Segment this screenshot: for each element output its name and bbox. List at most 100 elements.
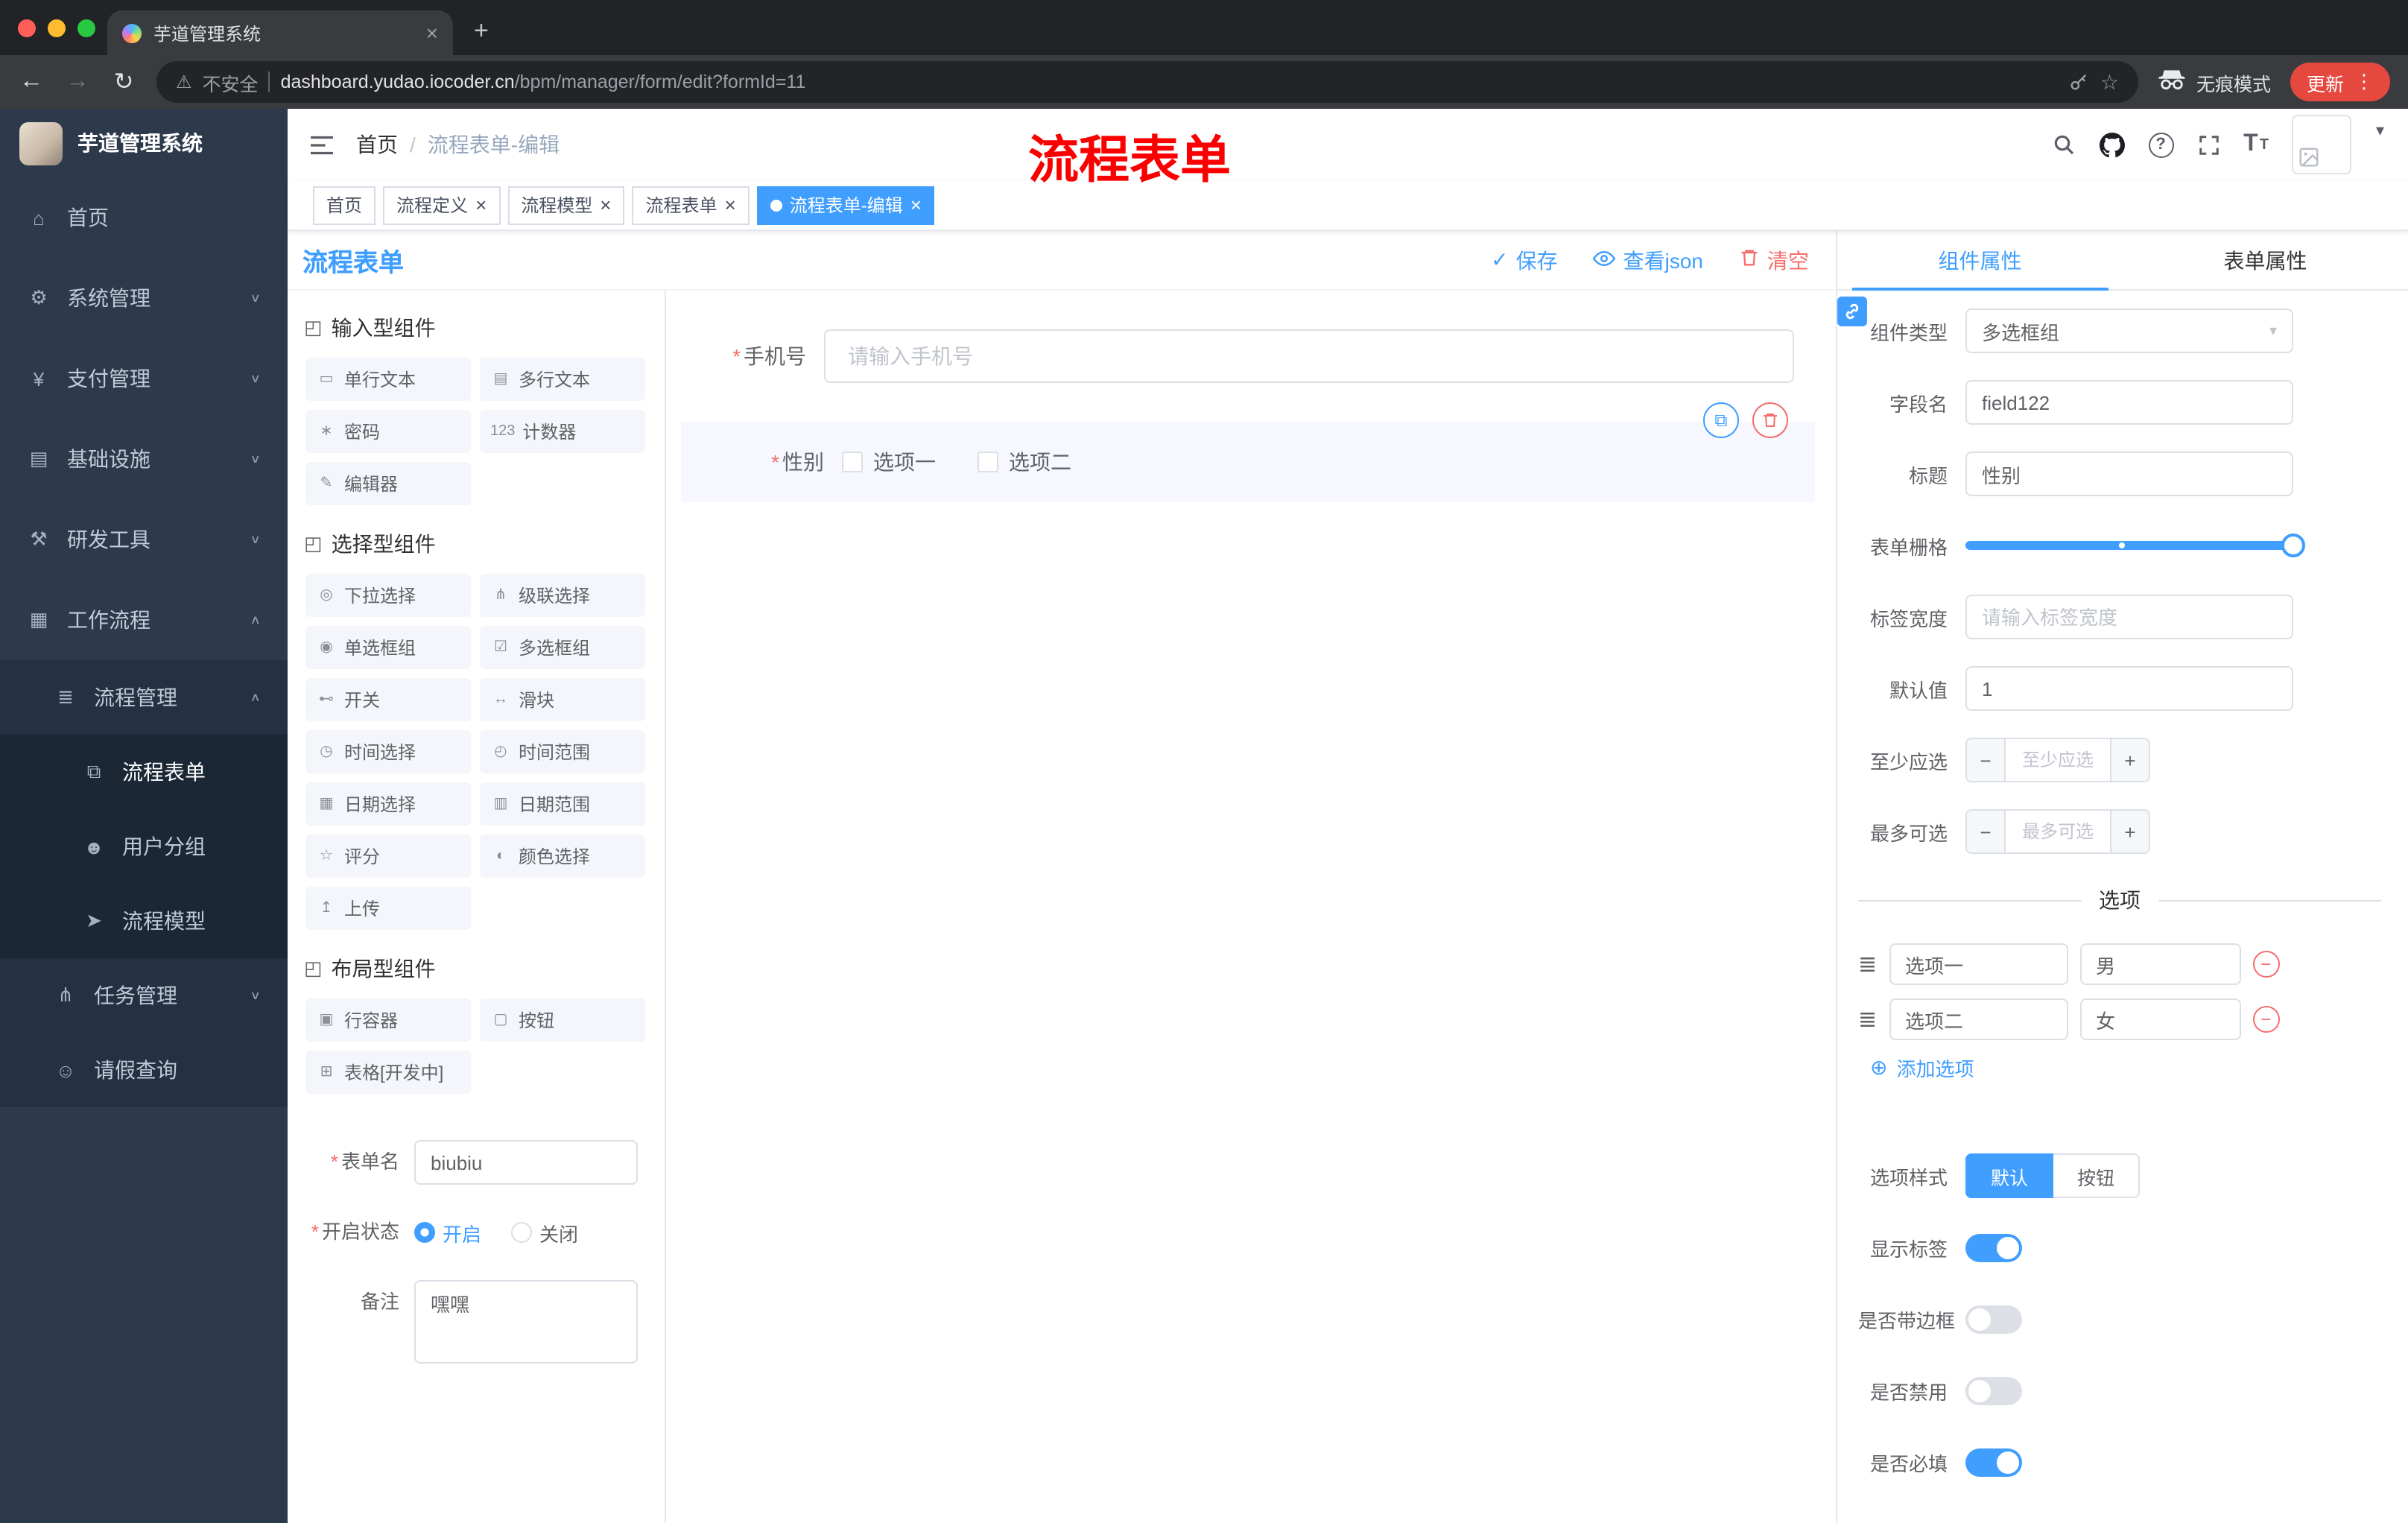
window-zoom-button[interactable] [77, 19, 95, 37]
browser-tab[interactable]: 芋道管理系统 × [107, 10, 453, 55]
breadcrumb-home[interactable]: 首页 [356, 130, 398, 159]
option-name-input[interactable] [1889, 998, 2068, 1040]
default-value-input[interactable] [1965, 666, 2293, 711]
phone-input[interactable] [824, 329, 1794, 383]
status-radio-on[interactable]: 开启 [414, 1218, 481, 1247]
component-chip[interactable]: ▥ 日期范围 [480, 782, 645, 826]
label-width-input[interactable] [1965, 595, 2293, 639]
close-icon[interactable]: × [600, 195, 611, 215]
drag-handle-icon[interactable]: ≣ [1858, 951, 1877, 978]
option-value-input[interactable] [2079, 943, 2241, 985]
component-chip[interactable]: ◷ 时间选择 [305, 730, 471, 773]
sidebar-item[interactable]: ¥ 支付管理 ∨ [0, 338, 288, 419]
remove-option-icon[interactable]: − [2252, 1006, 2280, 1033]
component-chip[interactable]: 123 计数器 [480, 410, 645, 453]
reload-button[interactable]: ↻ [110, 67, 137, 97]
checkbox-option-2[interactable]: 选项二 [978, 447, 1071, 477]
increase-button[interactable]: + [2110, 811, 2149, 852]
fullscreen-icon[interactable] [2197, 133, 2220, 156]
form-name-input[interactable] [414, 1140, 638, 1185]
search-icon[interactable] [2051, 133, 2075, 156]
menu-dots-icon[interactable]: ⋮ [2354, 70, 2374, 94]
component-chip[interactable]: ◎ 下拉选择 [305, 574, 471, 617]
close-icon[interactable]: × [725, 195, 736, 215]
component-chip[interactable]: ⋔ 级联选择 [480, 574, 645, 617]
component-chip[interactable]: ↔ 滑块 [480, 678, 645, 721]
component-chip[interactable]: ◉ 单选框组 [305, 626, 471, 669]
forward-button[interactable]: → [64, 69, 91, 95]
copy-component-button[interactable]: ⧉ [1703, 402, 1739, 438]
component-chip[interactable]: ☆ 评分 [305, 835, 471, 878]
sidebar-item[interactable]: ⋔ 任务管理 ∨ [0, 958, 288, 1033]
key-icon[interactable] [2069, 72, 2090, 92]
window-close-button[interactable] [18, 19, 36, 37]
window-minimize-button[interactable] [48, 19, 66, 37]
tab-form-props[interactable]: 表单属性 [2123, 231, 2408, 289]
grid-slider[interactable] [1965, 523, 2305, 568]
sidebar-item[interactable]: ≣ 流程管理 ∧ [0, 660, 288, 735]
remark-textarea[interactable] [414, 1280, 638, 1364]
field-name-input[interactable] [1965, 380, 2293, 425]
component-chip[interactable]: ▭ 单行文本 [305, 358, 471, 401]
tag-view[interactable]: 流程表单 × [632, 186, 750, 224]
user-avatar[interactable] [2292, 115, 2352, 174]
clear-button[interactable]: 清空 [1739, 245, 1809, 275]
sidebar-item[interactable]: ⧉ 流程表单 [0, 735, 288, 809]
toggle-switch[interactable] [1965, 1233, 2022, 1261]
bookmark-star-icon[interactable]: ☆ [2100, 69, 2119, 95]
style-button-button[interactable]: 按钮 [2053, 1153, 2141, 1198]
component-chip[interactable]: ⊷ 开关 [305, 678, 471, 721]
github-icon[interactable] [2099, 132, 2125, 157]
avatar-caret-icon[interactable]: ▾ [2376, 121, 2384, 140]
component-chip[interactable]: ∗ 密码 [305, 410, 471, 453]
canvas-field-gender-selected[interactable]: ⧉ * 性别 选项一 选项二 [681, 402, 1815, 502]
tab-close-icon[interactable]: × [426, 22, 438, 43]
sidebar-item[interactable]: ☺ 请假查询 [0, 1033, 288, 1107]
slider-handle[interactable] [2281, 533, 2305, 557]
toggle-switch[interactable] [1965, 1376, 2022, 1405]
component-chip[interactable]: ◴ 时间范围 [480, 730, 645, 773]
tag-view[interactable]: 流程模型 × [507, 186, 625, 224]
sidebar-item[interactable]: ⌂ 首页 [0, 177, 288, 258]
link-icon[interactable] [1837, 297, 1867, 326]
component-chip[interactable]: ▤ 多行文本 [480, 358, 645, 401]
toggle-switch[interactable] [1965, 1305, 2022, 1333]
add-option-button[interactable]: ⊕ 添加选项 [1870, 1054, 2381, 1082]
min-select-input[interactable] [2006, 739, 2110, 781]
canvas-field-phone[interactable]: * 手机号 [681, 329, 1794, 383]
increase-button[interactable]: + [2110, 739, 2149, 781]
sidebar-item[interactable]: ▤ 基础设施 ∨ [0, 419, 288, 499]
sidebar-item[interactable]: ⚙ 系统管理 ∨ [0, 258, 288, 338]
component-chip[interactable]: ✎ 编辑器 [305, 462, 471, 505]
help-icon[interactable]: ? [2148, 132, 2174, 157]
component-chip[interactable]: ⊞ 表格[开发中] [305, 1051, 471, 1094]
font-size-icon[interactable]: TT [2243, 131, 2269, 158]
style-default-button[interactable]: 默认 [1965, 1153, 2054, 1198]
delete-component-button[interactable] [1752, 402, 1788, 438]
sidebar-item[interactable]: ⚒ 研发工具 ∨ [0, 499, 288, 580]
close-icon[interactable]: × [475, 195, 487, 215]
sidebar-item[interactable]: ☻ 用户分组 [0, 809, 288, 884]
new-tab-button[interactable]: + [474, 16, 489, 46]
component-chip[interactable]: ◐ 颜色选择 [480, 835, 645, 878]
view-json-button[interactable]: 查看json [1593, 245, 1703, 275]
toggle-switch[interactable] [1965, 1448, 2022, 1476]
back-button[interactable]: ← [18, 69, 45, 95]
update-button[interactable]: 更新 ⋮ [2290, 63, 2390, 101]
address-bar[interactable]: ⚠ 不安全 dashboard.yudao.iocoder.cn/bpm/man… [156, 61, 2138, 103]
decrease-button[interactable]: − [1967, 739, 2006, 781]
security-label[interactable]: 不安全 [203, 68, 259, 96]
drag-handle-icon[interactable]: ≣ [1858, 1006, 1877, 1033]
component-type-select[interactable]: 多选框组 ▾ [1965, 308, 2293, 353]
title-input[interactable] [1965, 452, 2293, 496]
save-button[interactable]: ✓ 保存 [1491, 245, 1557, 275]
checkbox-option-1[interactable]: 选项一 [842, 447, 936, 477]
option-value-input[interactable] [2079, 998, 2241, 1040]
close-icon[interactable]: × [910, 195, 922, 215]
component-chip[interactable]: ▣ 行容器 [305, 998, 471, 1042]
component-chip[interactable]: ▦ 日期选择 [305, 782, 471, 826]
sidebar-item[interactable]: ➤ 流程模型 [0, 884, 288, 958]
component-chip[interactable]: ▢ 按钮 [480, 998, 645, 1042]
tag-view[interactable]: 流程定义 × [383, 186, 501, 224]
component-chip[interactable]: ↥ 上传 [305, 887, 471, 930]
